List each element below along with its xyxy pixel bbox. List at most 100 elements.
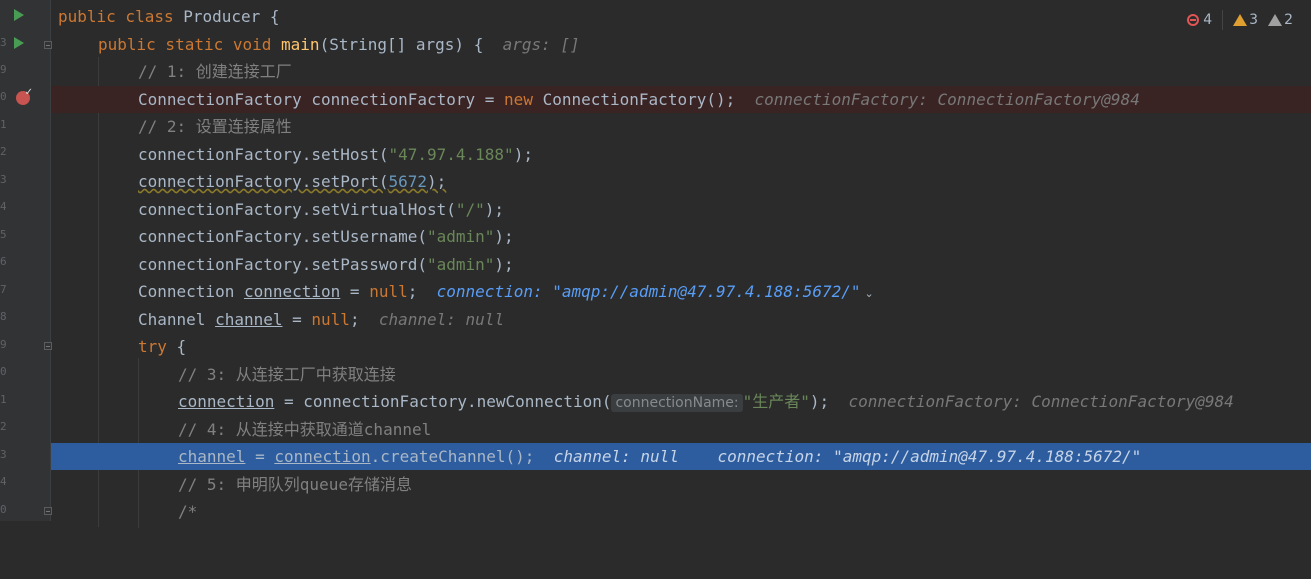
line-number: 3 [0,448,6,461]
code-text: = [282,310,312,329]
line-number: 1 [0,118,6,131]
code-text: ConnectionFactory connectionFactory = [138,90,505,109]
debug-inline-value: channel: null [553,447,679,466]
line-number: 4 [0,475,6,488]
code-line-4-breakpoint[interactable]: ConnectionFactory connectionFactory = ne… [51,86,1311,113]
code-line-10[interactable]: connectionFactory.setPassword("admin"); [51,251,1311,278]
run-main-icon[interactable] [14,37,24,49]
code-text: ); [809,392,830,411]
line-number: 7 [0,283,6,296]
weak-warning-icon [1268,14,1283,26]
code-line-7[interactable]: connectionFactory.setPort(5672); [51,168,1311,195]
line-number: 0 [0,503,6,516]
line-number: 2 [0,420,6,433]
line-number: 4 [0,200,6,213]
code-text: = [340,282,370,301]
line-number: 0 [0,365,6,378]
code-line-13[interactable]: try { [51,333,1311,360]
code-line-17-current-execution[interactable]: channel = connection.createChannel(); ch… [51,443,1311,470]
error-count[interactable]: 4 [1186,12,1213,28]
warning-count-value: 3 [1249,12,1259,28]
code-text: ); [494,227,514,246]
editor-gutter[interactable]: 3 9 0 ✓ 1 2 3 4 5 6 7 8 9 0 1 2 3 4 0 [0,0,52,521]
code-text: connectionFactory.setUsername( [138,227,427,246]
checkmark-icon: ✓ [24,87,33,98]
line-number: 9 [0,63,6,76]
code-text: Connection [138,282,244,301]
code-line-18[interactable]: // 5: 申明队列queue存储消息 [51,471,1311,498]
method-name: main [281,35,320,54]
code-line-9[interactable]: connectionFactory.setUsername("admin"); [51,223,1311,250]
debug-inline-value: connectionFactory: ConnectionFactory@984 [848,392,1234,411]
variable: channel [215,310,283,329]
code-line-11[interactable]: Connection connection = null; connection… [51,278,1311,305]
code-text: (String[] args) { [319,35,484,54]
code-line-1[interactable]: public class Producer { [51,3,1311,30]
string-literal: "admin" [426,227,495,246]
string-literal: "生产者" [742,392,810,411]
code-line-3[interactable]: // 1: 创建连接工厂 [51,58,1311,85]
code-text: { [166,337,187,356]
string-literal: "47.97.4.188" [388,145,514,164]
code-text: ); [484,200,505,219]
chevron-down-icon[interactable]: ⌄ [864,287,873,300]
line-number: 3 [0,173,6,186]
code-line-8[interactable]: connectionFactory.setVirtualHost("/"); [51,196,1311,223]
code-text: connectionFactory.setHost( [138,145,389,164]
comment: // 3: 从连接工厂中获取连接 [178,365,396,384]
comment: // 4: 从连接中获取通道channel [178,420,432,439]
code-text: connectionFactory.setVirtualHost( [138,200,456,219]
comment: // 2: 设置连接属性 [138,117,292,136]
debug-inline-value: connection: "amqp://admin@47.97.4.188:56… [717,447,1142,466]
line-number: 3 [0,36,6,49]
code-editor[interactable]: public class Producer { public static vo… [51,0,1311,528]
comment: // 5: 申明队列queue存储消息 [178,475,412,494]
line-number: 8 [0,310,6,323]
code-text: ); [426,172,447,191]
weak-warning-count[interactable]: 2 [1268,12,1293,28]
error-count-value: 4 [1203,12,1213,28]
code-line-5[interactable]: // 2: 设置连接属性 [51,113,1311,140]
keyword: null [369,282,408,301]
run-class-icon[interactable] [14,9,24,21]
number-literal: 5672 [388,172,427,191]
code-text: = connectionFactory.newConnection( [274,392,612,411]
string-literal: "admin" [426,255,495,274]
code-text: connectionFactory.setPort( [138,172,389,191]
line-number: 1 [0,393,6,406]
keyword: public class [58,7,174,26]
line-number: 9 [0,338,6,351]
divider [1222,10,1224,30]
warning-icon [1233,14,1248,26]
line-number: 6 [0,255,6,268]
code-text: Channel [138,310,216,329]
variable: connection [243,282,341,301]
code-line-12[interactable]: Channel channel = null; channel: null [51,306,1311,333]
code-line-14[interactable]: // 3: 从连接工厂中获取连接 [51,361,1311,388]
parameter-name-hint: connectionName: [611,394,743,412]
debug-inline-value[interactable]: connection: "amqp://admin@47.97.4.188:56… [437,282,861,301]
variable: connection [274,447,371,466]
keyword: null [311,310,350,329]
code-text: ; [407,282,418,301]
code-text: ConnectionFactory(); [532,90,736,109]
error-icon [1186,14,1199,26]
debug-inline-value: channel: null [378,310,505,329]
code-text: ); [513,145,533,164]
weak-warning-count-value: 2 [1284,12,1293,28]
line-number: 0 [0,90,6,103]
code-line-6[interactable]: connectionFactory.setHost("47.97.4.188")… [51,141,1311,168]
string-literal: "/" [455,200,485,219]
line-number: 5 [0,228,6,241]
code-line-16[interactable]: // 4: 从连接中获取通道channel [51,416,1311,443]
code-text: ; [349,310,360,329]
code-line-15[interactable]: connection = connectionFactory.newConnec… [51,388,1311,415]
keyword: public static void [98,35,272,54]
code-text: connectionFactory.setPassword( [138,255,427,274]
variable: channel [178,447,246,466]
code-text: .createChannel(); [370,447,535,466]
breakpoint-icon[interactable]: ✓ [16,87,33,105]
code-line-2[interactable]: public static void main(String[] args) {… [51,31,1311,58]
inspection-status-widget[interactable]: 4 3 2 [1186,9,1293,31]
warning-count[interactable]: 3 [1233,12,1258,28]
